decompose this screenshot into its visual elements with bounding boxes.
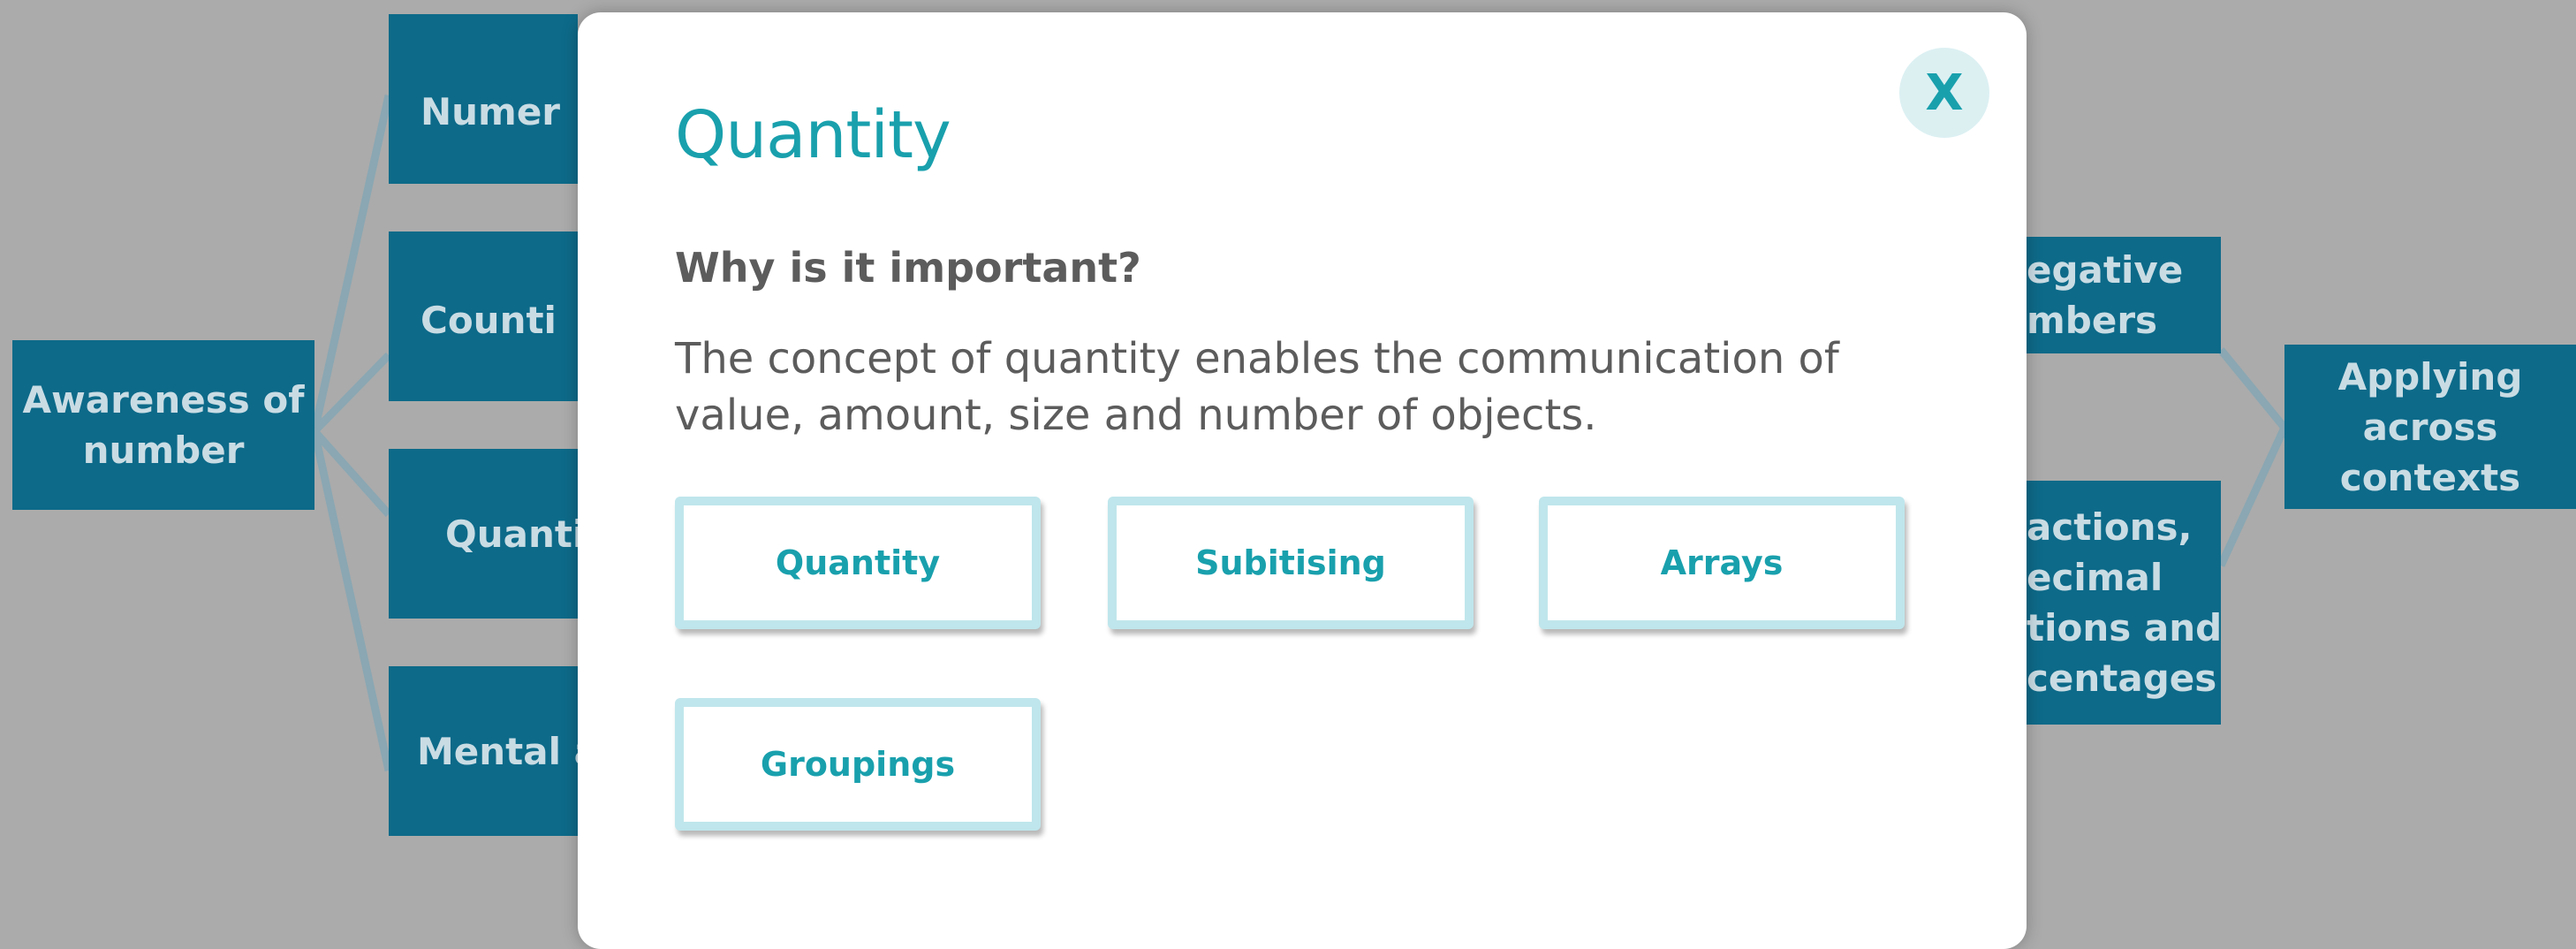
node-label: Mental ag [417,729,578,773]
connector-line [310,95,393,432]
modal-title: Quantity [675,97,951,173]
node-label: actions, [2027,505,2193,549]
node-label: Quantit [445,512,578,556]
node-label: tions and [2027,606,2221,649]
node-quantity[interactable]: Quantit [389,449,578,619]
node-label: ecimal [2027,556,2163,599]
node-numerals[interactable]: Numer [389,14,578,184]
connector-line [2216,426,2289,567]
node-label: contexts [2339,455,2521,499]
node-label: Numer [420,90,561,133]
connector-line [310,430,393,771]
quantity-button[interactable]: Quantity [675,497,1041,629]
node-negative-numbers[interactable]: egative mbers [2027,237,2221,353]
node-label: egative [2027,248,2184,292]
arrays-button[interactable]: Arrays [1539,497,1905,629]
node-label: Counti [420,299,557,342]
node-label: Applying [2337,354,2523,399]
section-heading: Why is it important? [675,244,1141,292]
close-button[interactable]: X [1899,48,1989,138]
node-awareness-of-number[interactable]: Awareness of number [12,340,314,510]
subitising-button[interactable]: Subitising [1108,497,1474,629]
node-label: centages [2027,657,2217,700]
groupings-button[interactable]: Groupings [675,698,1041,831]
node-label: mbers [2027,299,2158,342]
description-text: The concept of quantity enables the comm… [675,334,1839,440]
node-fractions-decimals-percentages[interactable]: actions, ecimal tions and centages [2027,481,2221,725]
connector-line [2217,347,2288,430]
node-label: Awareness of [22,378,305,421]
quantity-modal: X Quantity Why is it important? The conc… [578,12,2027,949]
node-counting[interactable]: Counti [389,232,578,401]
node-label: number [82,429,245,472]
node-applying-across-contexts[interactable]: Applying across contexts [2284,345,2576,509]
node-mental-agility[interactable]: Mental ag [389,666,578,836]
node-label: across [2362,405,2498,449]
